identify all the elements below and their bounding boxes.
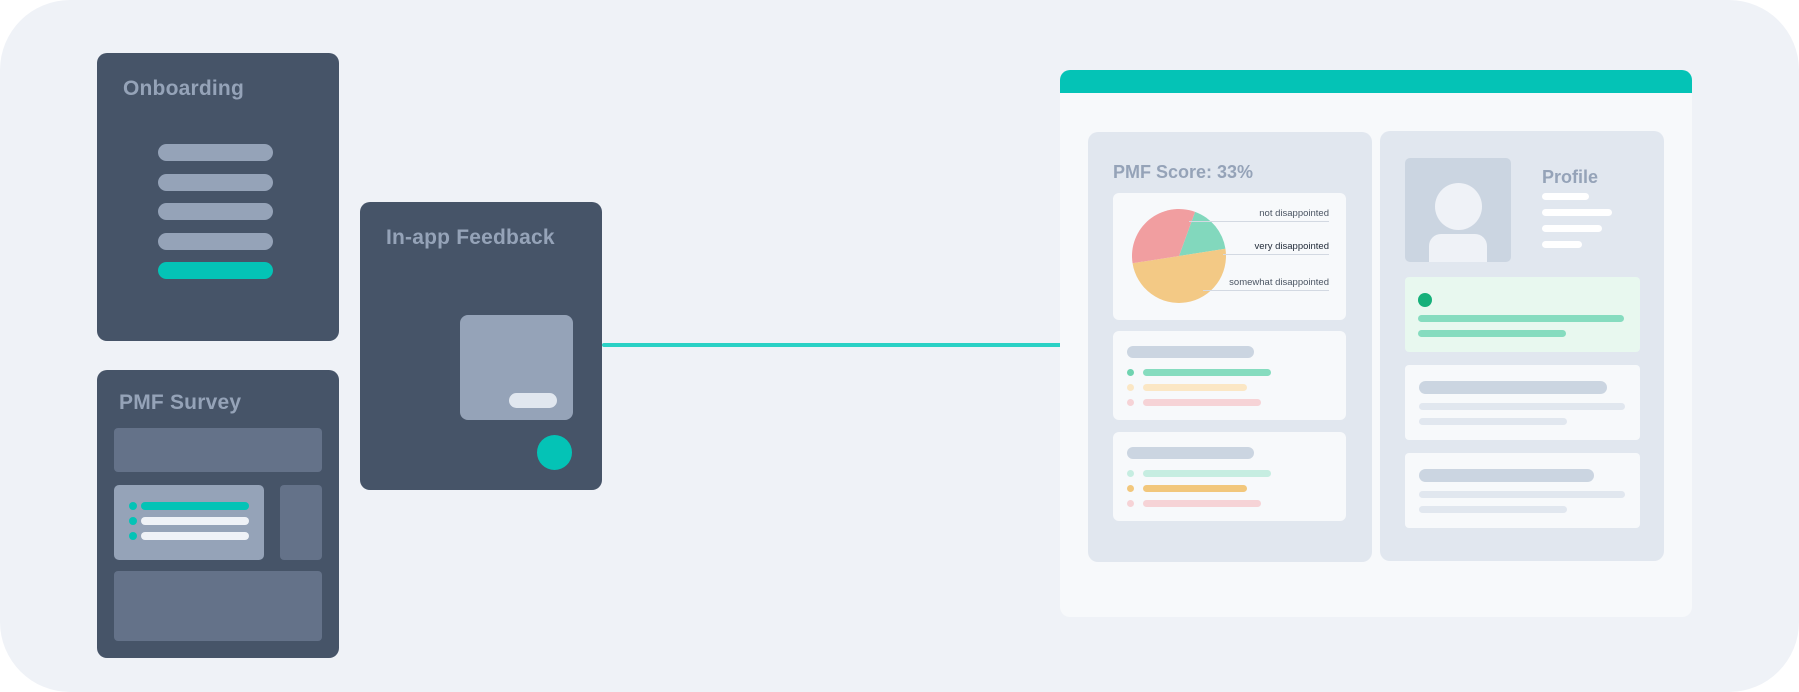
placeholder-line xyxy=(1143,369,1271,376)
connector-line xyxy=(602,343,1062,347)
placeholder-line xyxy=(1143,384,1247,391)
profile-panel: Profile xyxy=(1380,131,1664,561)
info-card xyxy=(1405,365,1640,440)
option-radio-icon xyxy=(129,532,137,540)
placeholder-line xyxy=(1143,485,1247,492)
legend-leader-line xyxy=(1223,254,1329,255)
option-radio-icon xyxy=(129,502,137,510)
placeholder-heading xyxy=(1419,469,1594,482)
placeholder-line xyxy=(1419,418,1567,425)
placeholder-heading xyxy=(1419,381,1607,394)
feedback-launcher-icon xyxy=(537,435,572,470)
legend-leader-line xyxy=(1189,221,1329,222)
survey-options-block xyxy=(114,485,264,560)
status-dot-icon xyxy=(1418,293,1432,307)
bullet-icon xyxy=(1127,500,1134,507)
placeholder-line xyxy=(1419,506,1567,513)
bullet-icon xyxy=(1127,369,1134,376)
bullet-icon xyxy=(1127,384,1134,391)
survey-question-block xyxy=(114,428,322,472)
survey-bottom-block xyxy=(114,571,322,641)
placeholder-heading xyxy=(1127,346,1254,358)
bullet-icon xyxy=(1127,470,1134,477)
pie-chart-card: not disappointed very disappointed somew… xyxy=(1113,193,1346,320)
in-app-feedback-card: In-app Feedback xyxy=(360,202,602,490)
profile-detail-line xyxy=(1542,241,1582,248)
legend-label-not-disappointed: not disappointed xyxy=(1259,208,1329,219)
survey-side-block xyxy=(280,485,322,560)
response-list-card xyxy=(1113,331,1346,420)
legend-label-very-disappointed: very disappointed xyxy=(1254,241,1329,252)
placeholder-line xyxy=(1143,399,1261,406)
pmf-survey-title: PMF Survey xyxy=(119,391,242,414)
bullet-icon xyxy=(1127,485,1134,492)
window-header-bar xyxy=(1060,70,1692,93)
option-selected-bar xyxy=(141,502,249,510)
option-bar xyxy=(141,532,249,540)
profile-title: Profile xyxy=(1542,167,1599,187)
avatar-frame xyxy=(1405,158,1511,262)
onboarding-step-4 xyxy=(158,233,273,250)
placeholder-heading xyxy=(1127,447,1254,459)
pmf-score-title: PMF Score: 33% xyxy=(1113,162,1254,182)
profile-detail-line xyxy=(1542,209,1612,216)
onboarding-step-1 xyxy=(158,144,273,161)
pmf-score-panel: PMF Score: 33% not disappointed very dis… xyxy=(1088,132,1372,562)
placeholder-line xyxy=(1418,330,1566,337)
bullet-icon xyxy=(1127,399,1134,406)
onboarding-step-2 xyxy=(158,174,273,191)
highlight-card xyxy=(1405,277,1640,352)
feedback-popup xyxy=(460,315,573,420)
placeholder-line xyxy=(1143,500,1261,507)
pmf-survey-card: PMF Survey xyxy=(97,370,339,658)
dashboard-window: PMF Score: 33% not disappointed very dis… xyxy=(1060,70,1692,617)
profile-detail-line xyxy=(1542,225,1602,232)
onboarding-card: Onboarding xyxy=(97,53,339,341)
legend-label-somewhat-disappointed: somewhat disappointed xyxy=(1229,277,1329,288)
feedback-submit-button xyxy=(509,393,557,408)
avatar-body-icon xyxy=(1429,234,1487,262)
placeholder-line xyxy=(1419,491,1625,498)
info-card xyxy=(1405,453,1640,528)
option-bar xyxy=(141,517,249,525)
onboarding-step-active xyxy=(158,262,273,279)
legend-leader-line xyxy=(1203,290,1329,291)
avatar-head-icon xyxy=(1435,183,1482,230)
in-app-feedback-title: In-app Feedback xyxy=(386,226,555,249)
placeholder-line xyxy=(1143,470,1271,477)
response-list-card xyxy=(1113,432,1346,521)
placeholder-line xyxy=(1419,403,1625,410)
diagram-canvas: Onboarding PMF Survey In-app Feedback PM… xyxy=(0,0,1799,692)
onboarding-title: Onboarding xyxy=(123,77,244,100)
onboarding-step-3 xyxy=(158,203,273,220)
placeholder-line xyxy=(1418,315,1624,322)
profile-detail-line xyxy=(1542,193,1589,200)
option-radio-icon xyxy=(129,517,137,525)
